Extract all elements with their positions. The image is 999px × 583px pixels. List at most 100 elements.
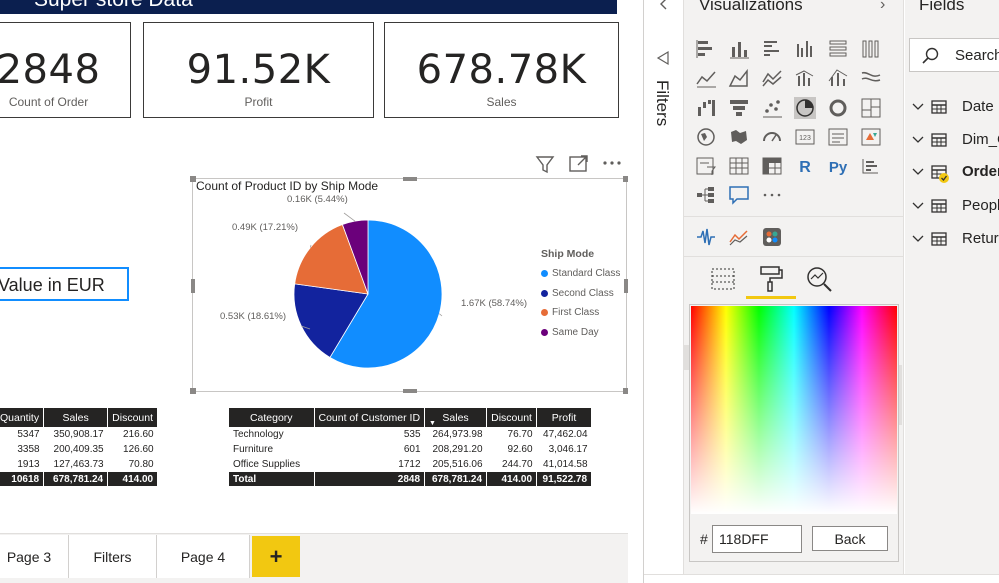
app-window: Super store Data 2848 Count of Order 91.… — [0, 0, 999, 583]
currency-textbox[interactable]: Value in EUR — [0, 267, 129, 301]
fields-search-box[interactable]: Search — [909, 38, 999, 72]
currency-label: Value in EUR — [0, 275, 105, 295]
table-cell: Total — [229, 472, 315, 486]
analytics-magnifier-icon[interactable] — [804, 264, 834, 294]
matrix-visual-icon[interactable] — [761, 155, 783, 177]
back-button[interactable]: Back — [812, 526, 888, 551]
waterfall-chart-icon[interactable] — [695, 97, 717, 119]
table-cell: 601 — [403, 444, 421, 455]
format-paint-roller-icon[interactable] — [756, 264, 786, 294]
legend-item[interactable]: Same Day — [541, 323, 620, 343]
field-table-people[interactable]: People — [911, 196, 999, 218]
100-stacked-column-chart-icon[interactable] — [860, 38, 882, 60]
table-row[interactable]: Office Supplies 1712 205,516.06 244.70 4… — [229, 457, 592, 472]
legend-item[interactable]: Standard Class — [541, 264, 620, 284]
multi-row-card-icon[interactable] — [827, 126, 849, 148]
table-row[interactable]: Technology 535 264,973.98 76.70 47,462.0… — [229, 427, 592, 442]
add-page-button[interactable]: + — [252, 536, 300, 577]
kpi-icon[interactable] — [860, 126, 882, 148]
filter-icon[interactable] — [533, 152, 557, 176]
table-row[interactable]: 1913 127,463.73 70.80 — [0, 457, 158, 472]
donut-chart-icon[interactable] — [827, 97, 849, 119]
table-visual-icon[interactable] — [728, 155, 750, 177]
qna-visual-icon[interactable] — [728, 184, 750, 206]
line-and-clustered-column-chart-icon[interactable] — [827, 67, 849, 89]
page-tab[interactable]: Page 3 — [0, 535, 69, 578]
table-row[interactable]: 3358 200,409.35 126.60 — [0, 442, 158, 457]
table-row[interactable]: 5347 350,908.17 216.60 — [0, 427, 158, 442]
field-table-return[interactable]: Return — [911, 229, 999, 251]
table-row[interactable]: Furniture 601 208,291.20 92.60 3,046.17 — [229, 442, 592, 457]
legend-title: Ship Mode — [541, 248, 595, 260]
fields-title: Fields — [919, 0, 965, 14]
field-table-name: Dim_C — [962, 131, 999, 148]
column-header[interactable]: Profit — [536, 408, 593, 427]
field-table-date[interactable]: Date — [911, 97, 999, 119]
resize-handle[interactable] — [191, 279, 195, 293]
treemap-icon[interactable] — [860, 97, 882, 119]
column-header[interactable]: Quantity — [0, 408, 45, 427]
filters-pane-collapsed[interactable]: Filters — [644, 0, 684, 583]
custom-visual-pulse-icon[interactable] — [695, 226, 717, 248]
area-chart-icon[interactable] — [728, 67, 750, 89]
legend-label: Second Class — [552, 287, 614, 299]
column-header[interactable]: Discount — [486, 408, 538, 427]
table-cell: 2848 — [314, 472, 426, 486]
more-visuals-icon[interactable] — [761, 184, 783, 206]
scatter-chart-icon[interactable] — [761, 97, 783, 119]
page-tab[interactable]: Filters — [69, 535, 157, 578]
more-options-icon[interactable] — [600, 152, 624, 176]
line-chart-icon[interactable] — [695, 67, 717, 89]
gauge-icon[interactable] — [761, 126, 783, 148]
resize-handle[interactable] — [190, 388, 196, 394]
chevron-left-icon[interactable] — [656, 0, 672, 12]
line-and-column-chart-icon[interactable] — [794, 67, 816, 89]
field-table-order[interactable]: Order — [911, 162, 999, 184]
stacked-area-chart-icon[interactable] — [761, 67, 783, 89]
canvas-scrollbar[interactable] — [628, 0, 644, 583]
resize-handle[interactable] — [403, 389, 417, 393]
chevron-right-icon[interactable]: › — [880, 0, 885, 14]
column-header-sorted[interactable]: Sales ▼ — [424, 408, 488, 427]
funnel-chart-icon[interactable] — [728, 97, 750, 119]
column-header[interactable]: Category — [229, 408, 315, 427]
color-gradient-swatch[interactable] — [691, 306, 897, 514]
pie-chart-visual[interactable]: Count of Product ID by Ship Mode 1.67K (… — [190, 176, 628, 394]
stacked-bar-chart-icon[interactable] — [695, 38, 717, 60]
field-table-dim-c[interactable]: Dim_C — [911, 130, 999, 152]
pie-chart-icon[interactable] — [794, 97, 816, 119]
hex-hash-label: # — [700, 531, 708, 547]
column-header[interactable]: Count of Customer ID — [314, 408, 426, 427]
decomposition-tree-icon[interactable] — [695, 184, 717, 206]
python-visual-icon[interactable]: Py — [827, 155, 849, 177]
ribbon-chart-icon[interactable] — [860, 67, 882, 89]
legend-item[interactable]: Second Class — [541, 284, 620, 304]
r-visual-icon[interactable]: R — [794, 155, 816, 177]
card-profit[interactable]: 91.52K Profit — [143, 22, 374, 118]
hex-color-input[interactable] — [712, 525, 802, 553]
card-visual-icon[interactable]: 123 — [794, 126, 816, 148]
resize-handle[interactable] — [190, 176, 196, 182]
key-influencers-icon[interactable] — [860, 155, 882, 177]
clustered-column-chart-icon[interactable] — [794, 38, 816, 60]
chart-legend: Ship Mode Standard Class Second Class Fi… — [541, 248, 620, 342]
clustered-bar-chart-icon[interactable] — [761, 38, 783, 60]
stacked-column-chart-icon[interactable] — [728, 38, 750, 60]
fields-well-tab-icon[interactable] — [708, 264, 738, 294]
card-sales[interactable]: 678.78K Sales — [384, 22, 619, 118]
card-count-of-order[interactable]: 2848 Count of Order — [0, 22, 131, 118]
table-right: Category Count of Customer ID Sales ▼ Dis… — [229, 408, 593, 486]
map-icon[interactable] — [695, 126, 717, 148]
focus-mode-icon[interactable] — [567, 152, 591, 176]
resize-handle[interactable] — [403, 177, 417, 181]
column-header[interactable]: Sales — [43, 408, 109, 427]
column-header[interactable]: Discount — [107, 408, 159, 427]
custom-visual-palette-icon[interactable] — [761, 226, 783, 248]
100-stacked-bar-chart-icon[interactable] — [827, 38, 849, 60]
legend-item[interactable]: First Class — [541, 303, 620, 323]
page-tab[interactable]: Page 4 — [157, 535, 250, 578]
card-label: Profit — [244, 95, 273, 109]
filled-map-icon[interactable] — [728, 126, 750, 148]
slicer-icon[interactable] — [695, 155, 717, 177]
custom-visual-trend-icon[interactable] — [728, 226, 750, 248]
